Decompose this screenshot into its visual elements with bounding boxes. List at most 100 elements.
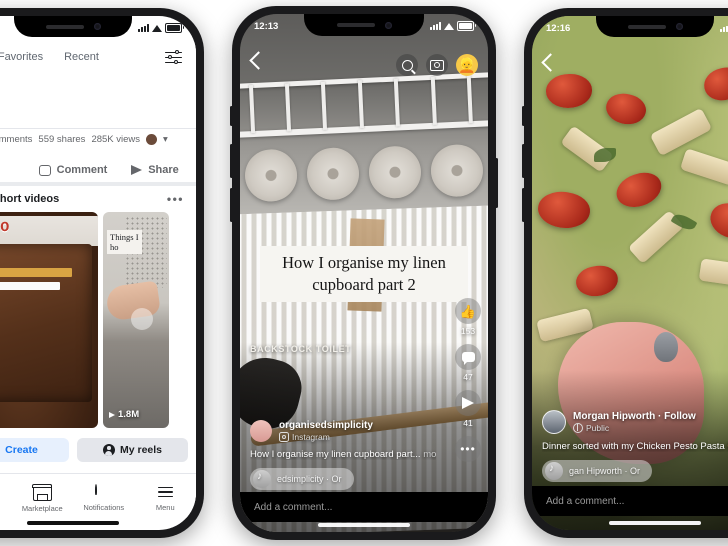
phone-reel-linen: 12:13 👱 How I organise my linen cupboard…: [230, 6, 498, 540]
post-comment-count[interactable]: 2K comments: [0, 134, 32, 145]
reel-caption-more[interactable]: more: [423, 449, 436, 460]
globe-icon: [573, 423, 583, 433]
phone-reel-pasta: 12:16 Morgan Hipworth · Follow Public Di…: [522, 8, 728, 538]
reel-card[interactable]: uerıno 3.3M: [0, 212, 98, 428]
filter-sliders-icon[interactable]: [165, 50, 182, 65]
reel-share-count: 41: [463, 418, 473, 428]
reel-author-row[interactable]: Morgan Hipworth · Follow Public: [542, 410, 728, 434]
reel-caption[interactable]: Dinner sorted with my Chicken Pesto Past…: [542, 441, 728, 452]
post-share-count[interactable]: 559 shares: [38, 134, 85, 145]
reel-author-name: organisedsimplicity: [279, 420, 373, 431]
reel-like-button[interactable]: 👍: [455, 298, 481, 324]
bottom-navigation-bar: Watch Marketplace Notifications Menu: [0, 478, 196, 518]
reel-author-source: Instagram: [279, 432, 373, 442]
avatar[interactable]: [250, 420, 272, 442]
reel2-overlay-text: Things I ho: [107, 230, 142, 254]
reel-card[interactable]: Things I ho 1.8M: [103, 212, 169, 428]
reels-section-menu-icon[interactable]: •••: [167, 192, 184, 206]
nav-item-notifications[interactable]: Notifications: [73, 483, 135, 512]
post-share-label: Share: [148, 164, 179, 176]
reel-comment-count: 47: [463, 372, 473, 382]
privacy-label: Public: [586, 423, 610, 433]
my-reels-button[interactable]: My reels: [77, 438, 188, 462]
reel-share-button[interactable]: [455, 390, 481, 416]
tab-favorites[interactable]: Favorites: [0, 51, 43, 63]
reels-section-header: s and short videos •••: [0, 186, 196, 212]
phone3-status-icons: [720, 23, 728, 33]
wifi-icon: [152, 24, 162, 32]
comment-icon: [38, 164, 51, 176]
phone1-home-indicator[interactable]: [27, 521, 119, 525]
reel2-views-text: 1.8M: [118, 409, 140, 420]
battery-icon: [457, 21, 476, 31]
reaction-avatar-icon: [146, 134, 158, 145]
reel-more-button[interactable]: •••: [455, 436, 481, 462]
reel-music-pill[interactable]: gan Hipworth · Or: [542, 460, 653, 482]
reel-caption-text: How I organise my linen cupboard part...: [250, 449, 421, 460]
nav-menu-label: Menu: [155, 502, 175, 512]
post-view-count[interactable]: 285K views: [91, 134, 140, 145]
my-reels-label: My reels: [119, 444, 163, 456]
reel-comment-button[interactable]: [455, 344, 481, 370]
avatar[interactable]: 👱: [456, 54, 478, 76]
follow-button[interactable]: Follow: [664, 411, 696, 422]
avatar[interactable]: [542, 410, 566, 434]
reel-author-row[interactable]: organisedsimplicity Instagram: [250, 420, 432, 442]
reel-caption[interactable]: How I organise my linen cupboard part...…: [250, 449, 436, 460]
comment-input-bar[interactable]: Add a comment...: [532, 486, 728, 516]
reel1-label-subtag: [0, 282, 60, 290]
post-action-bar: ke Comment Share: [0, 156, 196, 184]
comment-input-bar[interactable]: Add a comment...: [240, 492, 488, 522]
reels-cta-row: Create My reels: [0, 434, 196, 466]
create-reel-button[interactable]: Create: [0, 438, 69, 462]
phone2-status-time: 12:13: [254, 20, 279, 32]
chevron-down-icon[interactable]: ▾: [163, 134, 168, 145]
reel2-overlay-line2: ho: [110, 242, 119, 252]
comment-button[interactable]: Comment: [32, 164, 114, 176]
comment-bubble-icon: [461, 352, 475, 365]
phone2-volume-up-button[interactable]: [230, 144, 233, 178]
phone2-mute-switch[interactable]: [230, 106, 233, 126]
phone3-screen: 12:16 Morgan Hipworth · Follow Public Di…: [532, 16, 728, 530]
reels-carousel[interactable]: uerıno 3.3M Things I ho: [0, 212, 196, 428]
camera-button[interactable]: [426, 54, 448, 76]
reel-author-name: Morgan Hipworth · Follow: [573, 411, 696, 422]
comment-placeholder: Add a comment...: [254, 501, 333, 513]
reel-privacy-row: Public: [573, 423, 696, 433]
nav-notifications-label: Notifications: [83, 502, 125, 512]
phone2-power-button[interactable]: [495, 158, 498, 208]
like-button[interactable]: ke: [0, 164, 32, 176]
hamburger-menu-icon: [157, 485, 174, 500]
reel1-brand-text: uerıno: [0, 216, 9, 237]
nav-item-menu[interactable]: Menu: [135, 485, 197, 512]
feed-tab-bar: ed Favorites Recent: [0, 42, 196, 72]
create-label: Create: [5, 444, 38, 456]
nav-item-watch[interactable]: Watch: [0, 484, 12, 513]
tab-recent[interactable]: Recent: [64, 51, 99, 63]
reel-view-count: 1.8M: [109, 409, 139, 420]
reel-author-meta: Morgan Hipworth · Follow Public: [573, 411, 696, 433]
phone3-mute-switch[interactable]: [522, 106, 525, 126]
reel2-highlight: [131, 308, 153, 330]
phone3-home-indicator[interactable]: [609, 521, 701, 525]
wifi-icon: [444, 22, 454, 30]
search-button[interactable]: [396, 54, 418, 76]
screenshot-canvas: ed Favorites Recent K 2K comments 559 sh…: [0, 0, 728, 546]
bell-icon: [95, 483, 112, 500]
phone1-status-icons: [138, 23, 184, 33]
phone3-volume-down-button[interactable]: [522, 188, 525, 222]
play-icon: [109, 411, 115, 418]
nav-item-marketplace[interactable]: Marketplace: [12, 483, 74, 513]
reel-music-pill[interactable]: edsimplicity · Or: [250, 468, 354, 490]
post-comment-label: Comment: [56, 164, 108, 176]
phone2-volume-down-button[interactable]: [230, 188, 233, 222]
camera-icon: [430, 59, 444, 71]
phone3-volume-up-button[interactable]: [522, 144, 525, 178]
share-button[interactable]: Share: [114, 164, 196, 176]
phone2-home-indicator[interactable]: [318, 523, 410, 527]
signal-bars-icon: [720, 24, 728, 32]
share-icon: [131, 165, 143, 175]
reel-top-actions: 👱: [396, 54, 478, 76]
nav-marketplace-label: Marketplace: [21, 503, 63, 513]
wire-shelf-graphic: [240, 72, 488, 140]
